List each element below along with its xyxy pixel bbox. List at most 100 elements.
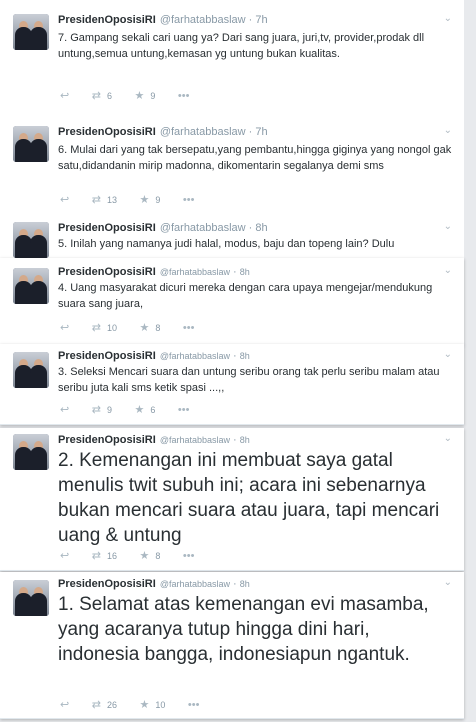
favorite-button[interactable]: ★ 9	[134, 89, 155, 102]
display-name[interactable]: PresidenOposisiRI	[58, 126, 156, 138]
tweet-4[interactable]: PresidenOposisiRI @farhatabbaslaw · 8h ⌄ …	[0, 258, 464, 345]
tweet-text: 5. Inilah yang namanya judi halal, modus…	[58, 238, 395, 250]
retweet-button[interactable]: ⇄ 9	[92, 403, 112, 416]
favorite-button[interactable]: ★ 8	[139, 321, 160, 334]
more-button[interactable]: •••	[188, 699, 200, 711]
more-button[interactable]: •••	[183, 194, 195, 206]
tweet-3[interactable]: PresidenOposisiRI @farhatabbaslaw · 8h ⌄ …	[0, 344, 464, 425]
tweet-actions: ↩ ⇄ 10 ★ 8 •••	[60, 321, 214, 334]
retweet-button[interactable]: ⇄ 13	[92, 193, 117, 206]
favorite-count: 8	[155, 551, 161, 561]
tweet-header: PresidenOposisiRI @farhatabbaslaw · 8h	[58, 266, 250, 278]
retweet-button[interactable]: ⇄ 6	[92, 89, 112, 102]
caret-icon[interactable]: ⌄	[444, 433, 452, 444]
reply-button[interactable]: ↩	[60, 193, 69, 206]
tweet-6[interactable]: PresidenOposisiRI @farhatabbaslaw · 7h ⌄ …	[0, 112, 464, 213]
caret-icon[interactable]: ⌄	[444, 577, 452, 588]
retweet-icon: ⇄	[91, 404, 101, 416]
tweet-header: PresidenOposisiRI @farhatabbaslaw · 8h	[58, 222, 268, 234]
handle[interactable]: @farhatabbaslaw	[160, 351, 230, 361]
handle[interactable]: @farhatabbaslaw	[160, 222, 246, 234]
more-button[interactable]: •••	[183, 322, 195, 334]
tweet-2[interactable]: PresidenOposisiRI @farhatabbaslaw · 8h ⌄ …	[0, 428, 464, 571]
display-name[interactable]: PresidenOposisiRI	[58, 350, 156, 362]
retweet-count: 26	[106, 700, 117, 710]
reply-button[interactable]: ↩	[60, 698, 69, 711]
reply-icon: ↩	[60, 699, 70, 711]
retweet-count: 13	[106, 195, 117, 205]
avatar[interactable]	[13, 126, 49, 162]
caret-icon[interactable]: ⌄	[444, 349, 452, 360]
handle[interactable]: @farhatabbaslaw	[160, 435, 230, 445]
more-icon: •••	[182, 322, 195, 334]
timestamp[interactable]: 8h	[255, 222, 267, 234]
avatar[interactable]	[13, 222, 49, 258]
display-name[interactable]: PresidenOposisiRI	[58, 578, 156, 590]
tweet-header: PresidenOposisiRI @farhatabbaslaw · 8h	[58, 350, 250, 362]
retweet-icon: ⇄	[91, 699, 101, 711]
favorite-button[interactable]: ★ 6	[134, 403, 155, 416]
reply-button[interactable]: ↩	[60, 549, 69, 562]
retweet-button[interactable]: ⇄ 16	[92, 549, 117, 562]
display-name[interactable]: PresidenOposisiRI	[58, 266, 156, 278]
caret-icon[interactable]: ⌄	[444, 265, 452, 276]
caret-icon[interactable]: ⌄	[444, 221, 452, 232]
handle[interactable]: @farhatabbaslaw	[160, 126, 246, 138]
tweet-actions: ↩ ⇄ 9 ★ 6 •••	[60, 403, 209, 416]
handle[interactable]: @farhatabbaslaw	[160, 579, 230, 589]
retweet-button[interactable]: ⇄ 10	[92, 321, 117, 334]
tweet-text: 2. Kemenangan ini membuat saya gatal men…	[58, 450, 440, 546]
timestamp[interactable]: 8h	[240, 267, 250, 277]
favorite-count: 9	[150, 91, 156, 101]
tweet-actions: ↩ ⇄ 6 ★ 9 •••	[60, 89, 209, 102]
retweet-icon: ⇄	[91, 194, 101, 206]
favorite-button[interactable]: ★ 9	[139, 193, 160, 206]
reply-button[interactable]: ↩	[60, 403, 69, 416]
retweet-button[interactable]: ⇄ 26	[92, 698, 117, 711]
more-button[interactable]: •••	[178, 404, 190, 416]
reply-icon: ↩	[60, 194, 70, 206]
timestamp[interactable]: 8h	[240, 351, 250, 361]
more-button[interactable]: •••	[178, 90, 190, 102]
timestamp[interactable]: 8h	[240, 435, 250, 445]
timestamp[interactable]: 8h	[240, 579, 250, 589]
tweet-header: PresidenOposisiRI @farhatabbaslaw · 7h	[58, 14, 268, 26]
retweet-count: 6	[106, 91, 112, 101]
display-name[interactable]: PresidenOposisiRI	[58, 222, 156, 234]
avatar[interactable]	[13, 268, 49, 304]
caret-icon[interactable]: ⌄	[444, 13, 452, 24]
tweet-5[interactable]: PresidenOposisiRI @farhatabbaslaw · 8h ⌄ …	[0, 212, 464, 259]
tweet-text: 3. Seleksi Mencari suara dan untung seri…	[58, 366, 440, 394]
more-button[interactable]: •••	[183, 550, 195, 562]
retweet-icon: ⇄	[91, 90, 101, 102]
caret-icon[interactable]: ⌄	[444, 125, 452, 136]
star-icon: ★	[139, 699, 150, 711]
avatar[interactable]	[13, 434, 49, 470]
star-icon: ★	[134, 404, 145, 416]
retweet-icon: ⇄	[91, 322, 101, 334]
reply-button[interactable]: ↩	[60, 321, 69, 334]
reply-button[interactable]: ↩	[60, 89, 69, 102]
avatar[interactable]	[13, 352, 49, 388]
timestamp[interactable]: 7h	[255, 14, 267, 26]
tweet-header: PresidenOposisiRI @farhatabbaslaw · 8h	[58, 578, 250, 590]
tweet-7[interactable]: PresidenOposisiRI @farhatabbaslaw · 7h ⌄ …	[0, 0, 464, 113]
timestamp[interactable]: 7h	[255, 126, 267, 138]
favorite-button[interactable]: ★ 10	[139, 698, 165, 711]
reply-icon: ↩	[60, 90, 70, 102]
avatar[interactable]	[13, 14, 49, 50]
handle[interactable]: @farhatabbaslaw	[160, 267, 230, 277]
favorite-count: 9	[155, 195, 161, 205]
avatar[interactable]	[13, 580, 49, 616]
handle[interactable]: @farhatabbaslaw	[160, 14, 246, 26]
retweet-count: 16	[106, 551, 117, 561]
star-icon: ★	[139, 550, 150, 562]
display-name[interactable]: PresidenOposisiRI	[58, 434, 156, 446]
display-name[interactable]: PresidenOposisiRI	[58, 14, 156, 26]
favorite-button[interactable]: ★ 8	[139, 549, 160, 562]
reply-icon: ↩	[60, 550, 70, 562]
favorite-count: 6	[150, 405, 156, 415]
reply-icon: ↩	[60, 404, 70, 416]
tweet-1[interactable]: PresidenOposisiRI @farhatabbaslaw · 8h ⌄ …	[0, 572, 464, 719]
more-icon: •••	[182, 194, 195, 206]
